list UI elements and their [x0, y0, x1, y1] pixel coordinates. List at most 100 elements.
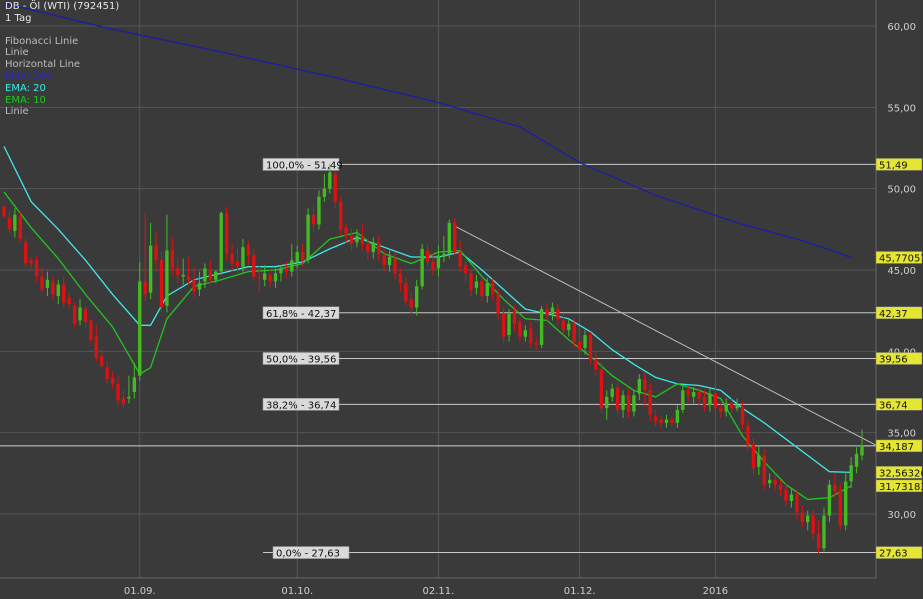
candle-body: [295, 252, 299, 262]
fibonacci-value-marker: 42,37: [879, 309, 908, 320]
candle-body: [246, 245, 251, 256]
price-chart[interactable]: 100,0% - 51,49 61,8% - 42,37 50,0% - 39,56…: [0, 0, 923, 599]
x-tick-label: 2016: [703, 586, 728, 597]
x-tick-label: 01.12.: [564, 586, 596, 597]
candle-body: [860, 445, 864, 456]
candle-body: [442, 253, 446, 257]
candle-body: [740, 406, 745, 425]
candle-body: [45, 279, 50, 288]
fibonacci-label: 100,0% - 51,49: [266, 160, 343, 171]
legend-item-fibonacci[interactable]: Fibonacci Linie: [5, 36, 119, 48]
candle-body: [691, 392, 696, 397]
candle-body: [284, 268, 289, 272]
candle-body: [605, 396, 609, 409]
chart-title: DB - Öl (WTI) (792451): [5, 1, 120, 12]
ema10-line: [3, 191, 852, 501]
candle-body: [664, 419, 669, 423]
fibonacci-value-marker: 27,63: [879, 549, 908, 560]
chart-period: 1 Tag: [5, 12, 32, 24]
candle-body: [121, 398, 126, 404]
candle-body: [539, 309, 544, 345]
candle-body: [474, 281, 479, 288]
candle-body: [344, 227, 348, 236]
candle-body: [18, 216, 22, 240]
y-tick-label: 35,00: [887, 429, 916, 440]
candle-body: [838, 489, 842, 526]
candle-body: [257, 276, 261, 279]
candle-body: [89, 320, 93, 340]
candle-body: [148, 245, 153, 293]
candle-body: [382, 255, 386, 266]
candle-body: [550, 307, 555, 316]
candle-body: [686, 390, 690, 396]
candle-body: [290, 260, 294, 272]
candle-body: [425, 250, 430, 262]
candle-body: [13, 214, 17, 231]
candle-body: [653, 416, 658, 422]
candle-body: [485, 283, 489, 297]
candle-body: [387, 256, 392, 266]
candle-body: [588, 335, 593, 360]
candle-body: [94, 336, 98, 358]
candle-body: [436, 255, 441, 269]
candle-body: [518, 322, 522, 337]
legend-item-ema20[interactable]: EMA: 20: [5, 83, 119, 95]
x-tick-label: 02.11.: [423, 586, 455, 597]
candle-body: [784, 489, 788, 501]
candle-body: [719, 408, 723, 412]
indicator-value-marker: 34,187: [879, 442, 914, 453]
candle-body: [398, 273, 403, 284]
candle-body: [311, 214, 316, 225]
indicator-value-marker: 31,73183: [879, 482, 923, 493]
candle-body: [561, 320, 566, 331]
candle-body: [349, 235, 354, 244]
x-tick-label: 01.10.: [281, 586, 313, 597]
candle-body: [778, 484, 783, 490]
candle-body: [746, 426, 750, 446]
candle-body: [632, 395, 636, 412]
y-tick-label: 60,00: [887, 22, 916, 33]
candle-body: [197, 283, 202, 290]
candle-body: [675, 409, 680, 423]
candle-body: [729, 403, 734, 409]
candle-body: [7, 217, 12, 230]
candle-body: [268, 274, 272, 282]
candle-body: [78, 307, 82, 321]
candle-body: [615, 387, 620, 410]
candle-body: [806, 515, 810, 523]
candle-body: [224, 213, 229, 254]
legend-item-ema200[interactable]: EMA: 200: [5, 71, 119, 83]
candle-body: [306, 214, 310, 261]
candle-body: [735, 405, 739, 409]
candle-body: [599, 369, 604, 409]
candle-body: [34, 260, 39, 277]
candle-body: [849, 465, 853, 482]
legend-item-line[interactable]: Linie: [5, 47, 119, 59]
candle-body: [230, 253, 234, 264]
candle-body: [116, 383, 120, 401]
candle-body: [610, 388, 614, 397]
candle-body: [138, 281, 142, 376]
y-tick-label: 30,00: [887, 510, 916, 521]
candle-body: [62, 284, 66, 303]
candle-body: [208, 270, 213, 280]
candle-body: [181, 274, 185, 277]
candle-body: [507, 313, 511, 336]
candle-body: [512, 312, 517, 324]
indicator-value-marker: 45,77057: [879, 253, 923, 264]
legend-item-horizontal-line[interactable]: Horizontal Line: [5, 59, 119, 71]
candle-body: [670, 419, 674, 423]
legend-item-ema10[interactable]: EMA: 10: [5, 95, 119, 107]
candle-body: [795, 494, 799, 513]
candle-body: [854, 453, 859, 467]
candle-body: [262, 273, 267, 280]
candle-body: [637, 378, 642, 394]
candle-body: [300, 252, 305, 261]
legend-item-line-2[interactable]: Linie: [5, 106, 119, 118]
candle-body: [491, 283, 495, 295]
candle-body: [768, 479, 772, 484]
candle-body: [626, 395, 631, 412]
candle-body: [132, 377, 137, 392]
x-tick-label: 01.09.: [124, 586, 156, 597]
candle-body: [724, 403, 728, 412]
